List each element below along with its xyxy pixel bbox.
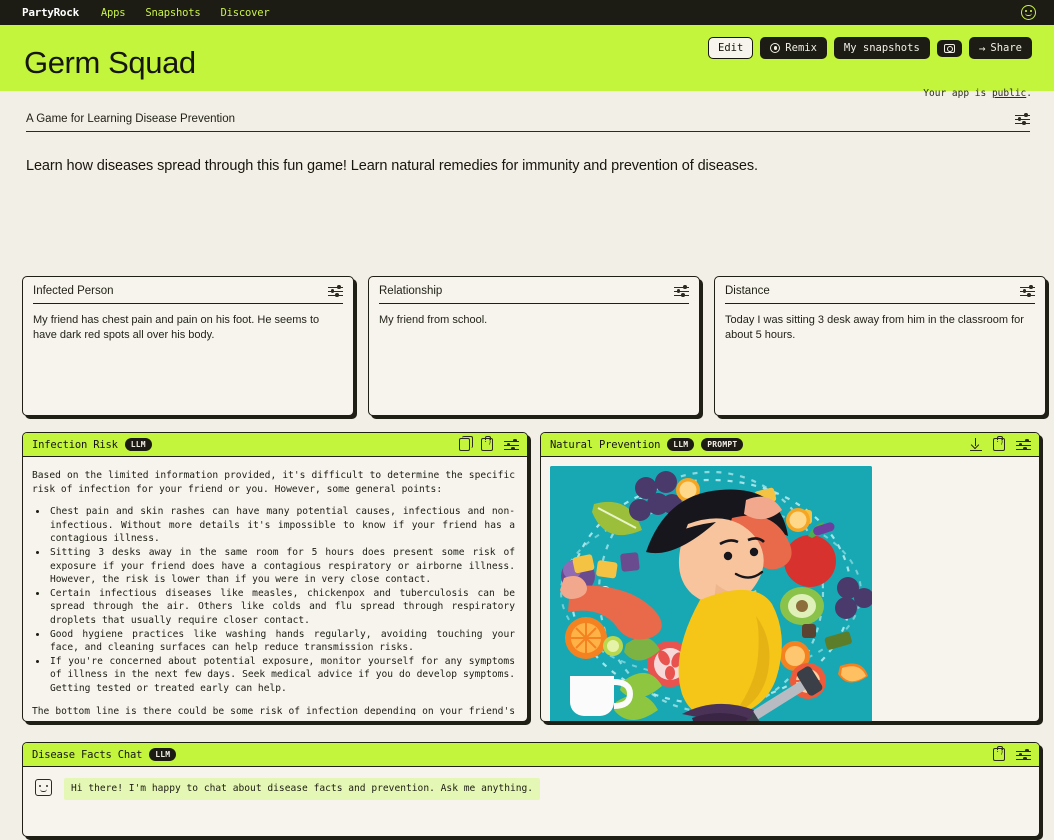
page-title: Germ Squad <box>24 45 196 80</box>
sliders-icon[interactable] <box>504 438 519 451</box>
panel-header: Infection Risk LLM <box>23 433 527 457</box>
chat-message-bubble: Hi there! I'm happy to chat about diseas… <box>64 778 541 800</box>
panel-header-icons <box>993 745 1031 761</box>
remix-button[interactable]: Remix <box>760 37 827 59</box>
download-icon[interactable] <box>970 438 982 451</box>
badge-prompt: PROMPT <box>701 438 744 451</box>
nav-link-discover[interactable]: Discover <box>221 7 270 19</box>
card-value-text[interactable]: My friend from school. <box>379 304 689 328</box>
natural-prevention-output <box>541 457 1039 721</box>
panel-infection-risk: Infection Risk LLM Based on the limited … <box>22 432 528 722</box>
remix-button-label: Remix <box>785 42 817 54</box>
app-hero-banner: Germ Squad Edit Remix My snapshots → Sha… <box>0 25 1054 99</box>
panel-title: Disease Facts Chat <box>32 748 143 761</box>
card-title: Relationship <box>379 285 443 297</box>
list-item: Sitting 3 desks away in the same room fo… <box>48 546 515 587</box>
edit-button-label: Edit <box>718 42 744 54</box>
sliders-icon[interactable] <box>674 285 689 297</box>
card-title: Infected Person <box>33 285 114 297</box>
chat-message-list: Hi there! I'm happy to chat about diseas… <box>23 767 1039 811</box>
smiley-face-icon <box>35 779 52 796</box>
copy-icon[interactable] <box>459 436 473 451</box>
generated-wellness-illustration[interactable] <box>550 466 872 721</box>
top-navigation-bar: PartyRock Apps Snapshots Discover <box>0 0 1054 25</box>
sliders-icon[interactable] <box>1016 438 1031 451</box>
widget-panels-row: Infection Risk LLM Based on the limited … <box>22 432 1040 722</box>
panel-header-icons <box>970 435 1031 451</box>
camera-icon <box>943 43 955 53</box>
visibility-value[interactable]: public <box>992 88 1026 99</box>
panel-title: Natural Prevention <box>550 438 661 451</box>
panel-header: Disease Facts Chat LLM <box>23 743 1039 767</box>
sliders-icon[interactable] <box>1016 748 1031 761</box>
app-visibility-status: Your app is public. <box>923 88 1032 99</box>
risk-bullet-list: Chest pain and skin rashes can have many… <box>48 505 515 695</box>
snapshot-icon[interactable] <box>481 435 493 451</box>
input-card-distance[interactable]: Distance Today I was sitting 3 desk away… <box>714 276 1046 416</box>
card-value-text[interactable]: Today I was sitting 3 desk away from him… <box>725 304 1035 343</box>
app-description-section: A Game for Learning Disease Prevention L… <box>0 91 1054 174</box>
snapshot-icon[interactable] <box>993 435 1005 451</box>
snapshot-camera-button[interactable] <box>936 39 962 57</box>
card-value-text[interactable]: My friend has chest pain and pain on his… <box>33 304 343 343</box>
list-item: Good hygiene practices like washing hand… <box>48 628 515 655</box>
my-snapshots-label: My snapshots <box>843 42 920 54</box>
panel-header-icons <box>459 435 519 451</box>
my-snapshots-button[interactable]: My snapshots <box>833 37 930 59</box>
panel-title: Infection Risk <box>32 438 118 451</box>
nav-link-apps[interactable]: Apps <box>101 7 126 19</box>
sliders-icon[interactable] <box>1015 113 1030 125</box>
description-label-row: A Game for Learning Disease Prevention <box>26 113 1030 132</box>
panel-natural-prevention: Natural Prevention LLM PROMPT <box>540 432 1040 722</box>
profile-smiley-icon[interactable] <box>1021 5 1036 20</box>
card-title: Distance <box>725 285 770 297</box>
input-card-relationship[interactable]: Relationship My friend from school. <box>368 276 700 416</box>
risk-closing-paragraph: The bottom line is there could be some r… <box>32 705 515 716</box>
card-header: Distance <box>725 285 1035 304</box>
visibility-suffix: . <box>1026 88 1032 99</box>
partyrock-app-page: PartyRock Apps Snapshots Discover Germ S… <box>0 0 1054 840</box>
app-tagline: Learn how diseases spread through this f… <box>26 158 758 174</box>
brand-logo[interactable]: PartyRock <box>22 6 79 19</box>
panel-header: Natural Prevention LLM PROMPT <box>541 433 1039 457</box>
app-subtitle: A Game for Learning Disease Prevention <box>26 113 236 125</box>
badge-llm: LLM <box>149 748 177 761</box>
card-header: Relationship <box>379 285 689 304</box>
share-button-label: Share <box>990 42 1022 54</box>
hero-action-buttons: Edit Remix My snapshots → Share <box>708 37 1032 59</box>
infection-risk-output: Based on the limited information provide… <box>23 457 527 715</box>
panel-disease-facts-chat: Disease Facts Chat LLM Hi there! I'm hap… <box>22 742 1040 837</box>
share-button[interactable]: → Share <box>968 37 1032 59</box>
sliders-icon[interactable] <box>1020 285 1035 297</box>
list-item: If you're concerned about potential expo… <box>48 655 515 696</box>
nav-link-snapshots[interactable]: Snapshots <box>145 7 200 19</box>
edit-button[interactable]: Edit <box>708 37 754 59</box>
input-cards-row: Infected Person My friend has chest pain… <box>22 276 1046 416</box>
badge-llm: LLM <box>124 438 152 451</box>
wellness-illustration-svg <box>550 466 872 721</box>
snapshot-icon[interactable] <box>993 745 1005 761</box>
list-item: Chest pain and skin rashes can have many… <box>48 505 515 546</box>
card-header: Infected Person <box>33 285 343 304</box>
arrow-right-icon: → <box>978 41 986 55</box>
remix-circle-icon <box>770 43 781 53</box>
badge-llm: LLM <box>667 438 695 451</box>
risk-intro-paragraph: Based on the limited information provide… <box>32 470 515 495</box>
sliders-icon[interactable] <box>328 285 343 297</box>
input-card-infected-person[interactable]: Infected Person My friend has chest pain… <box>22 276 354 416</box>
visibility-prefix: Your app is <box>923 88 992 99</box>
list-item: Certain infectious diseases like measles… <box>48 587 515 628</box>
